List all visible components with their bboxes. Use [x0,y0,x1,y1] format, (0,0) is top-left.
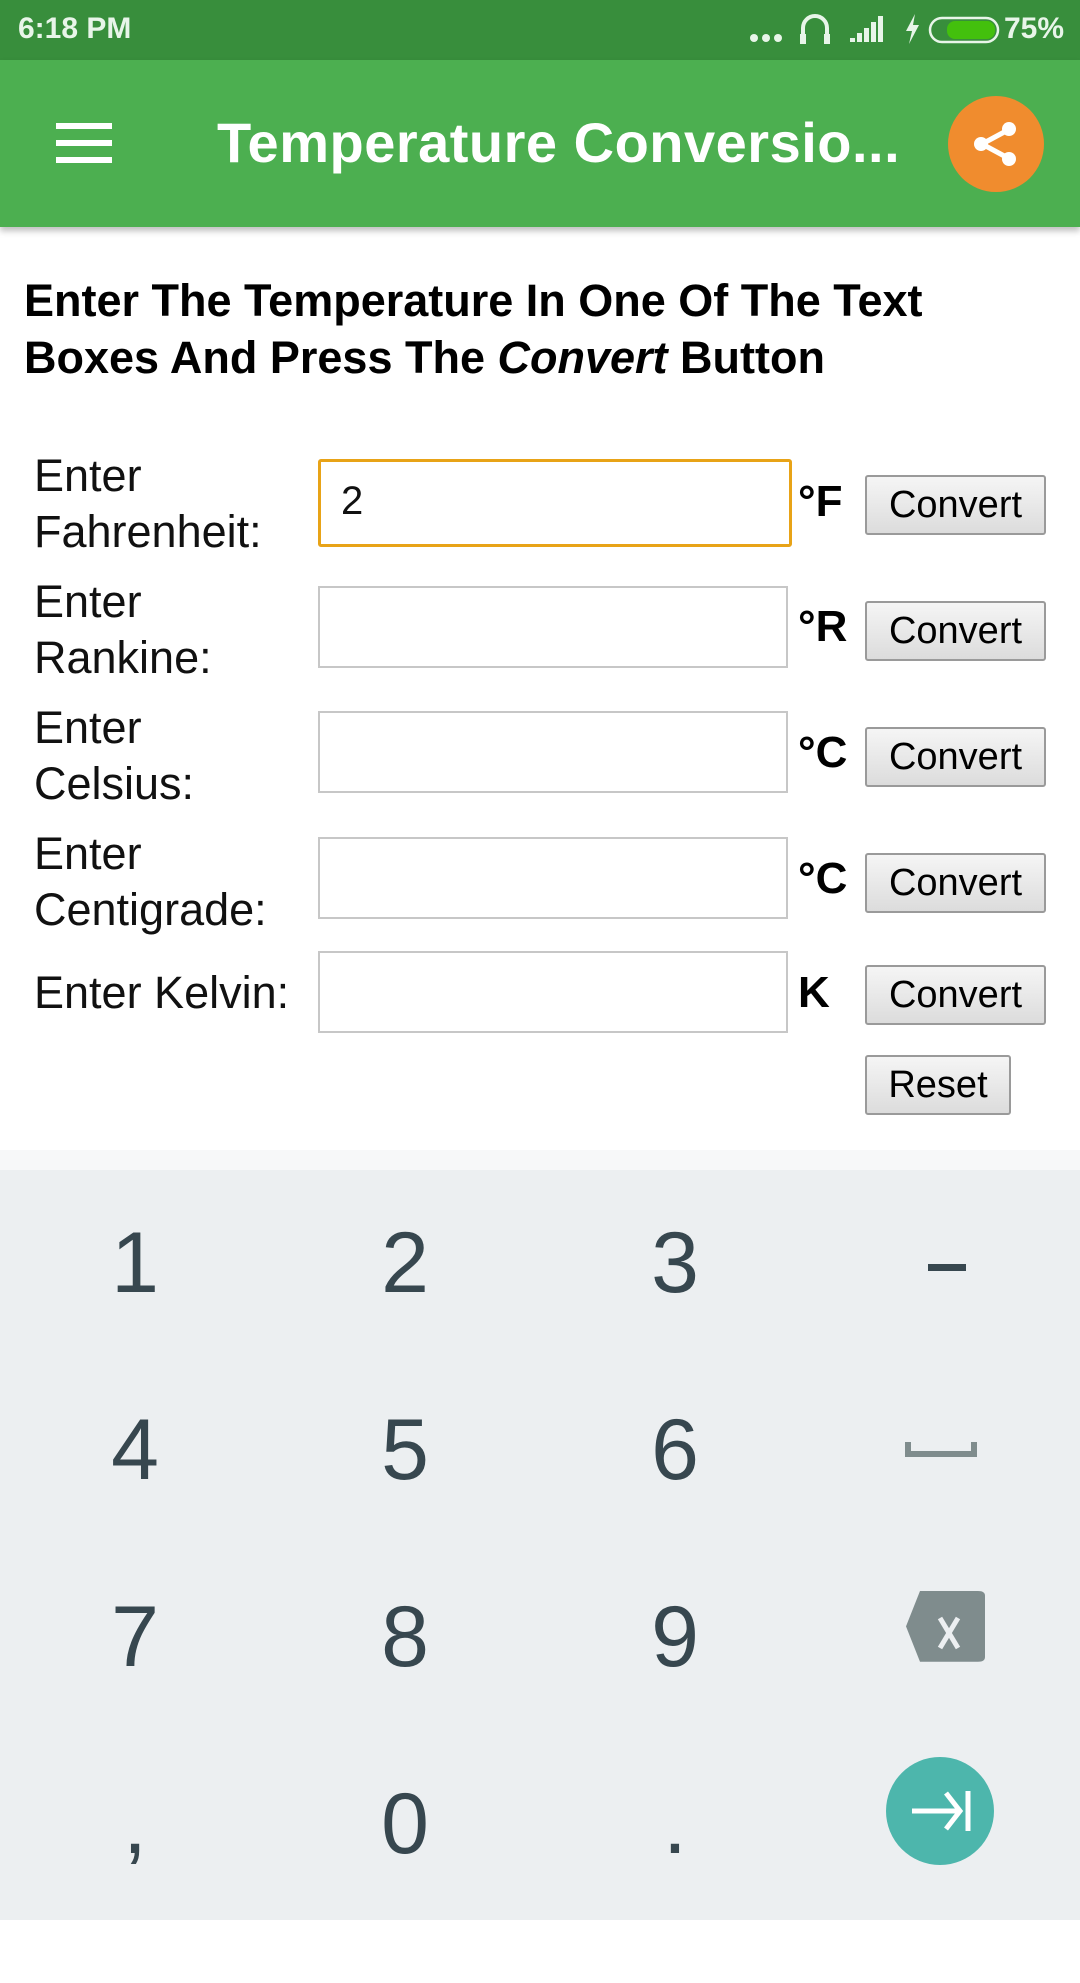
convert-rankine-button[interactable]: Convert [865,601,1046,661]
hamburger-menu-icon[interactable] [56,123,112,163]
rankine-unit: °R [798,602,848,651]
celsius-input[interactable] [318,711,788,793]
numeric-keyboard: 1 2 3 4 5 6 7 8 9 , 0 . [0,1170,1080,1920]
fahrenheit-unit: °F [798,477,843,526]
key-0[interactable]: 0 [270,1731,540,1918]
status-bar: 6:18 PM 75% [0,0,1080,60]
centigrade-unit: °C [798,854,848,903]
share-icon [974,122,1016,166]
app-toolbar: Temperature Conversio... [0,60,1080,227]
key-1[interactable]: 1 [0,1170,270,1357]
minus-icon [928,1264,966,1271]
celsius-unit: °C [798,728,848,777]
more-dots-icon [750,34,782,42]
app-title: Temperature Conversio... [217,111,901,174]
convert-centigrade-button[interactable]: Convert [865,853,1046,913]
reset-button[interactable]: Reset [865,1055,1011,1115]
next-field-icon [886,1757,994,1865]
key-comma[interactable]: , [0,1731,270,1918]
convert-kelvin-button[interactable]: Convert [865,965,1046,1025]
share-button[interactable] [948,96,1044,192]
key-6[interactable]: 6 [540,1357,810,1544]
convert-fahrenheit-button[interactable]: Convert [865,475,1046,535]
battery-percent: 75% [1003,12,1064,45]
space-icon [905,1442,977,1457]
signal-icon [850,16,883,42]
centigrade-input[interactable] [318,837,788,919]
key-7[interactable]: 7 [0,1544,270,1731]
key-next[interactable] [810,1731,1080,1918]
status-time: 6:18 PM [18,12,132,45]
fahrenheit-input[interactable]: 2 [318,459,792,547]
key-period[interactable]: . [540,1731,810,1918]
kelvin-input[interactable] [318,951,788,1033]
key-4[interactable]: 4 [0,1357,270,1544]
backspace-icon [906,1591,985,1662]
key-3[interactable]: 3 [540,1170,810,1357]
convert-celsius-button[interactable]: Convert [865,727,1046,787]
headphones-icon [800,14,830,44]
key-space[interactable] [810,1357,1080,1544]
key-2[interactable]: 2 [270,1170,540,1357]
key-backspace[interactable] [810,1544,1080,1731]
kelvin-unit: K [798,968,830,1017]
rankine-input[interactable] [318,586,788,668]
fahrenheit-label: Enter Fahrenheit: [34,450,262,557]
battery-icon [928,16,1000,44]
celsius-label: Enter Celsius: [34,702,195,809]
key-9[interactable]: 9 [540,1544,810,1731]
rankine-label: Enter Rankine: [34,576,212,683]
charging-bolt-icon [906,14,919,44]
key-5[interactable]: 5 [270,1357,540,1544]
keyboard-divider [0,1150,1080,1170]
convert-emphasis: Convert [497,332,668,383]
key-minus[interactable] [810,1170,1080,1357]
instructions-heading: Enter The Temperature In One Of The Text… [24,275,923,383]
key-8[interactable]: 8 [270,1544,540,1731]
centigrade-label: Enter Centigrade: [34,828,267,935]
kelvin-label: Enter Kelvin: [34,967,290,1018]
